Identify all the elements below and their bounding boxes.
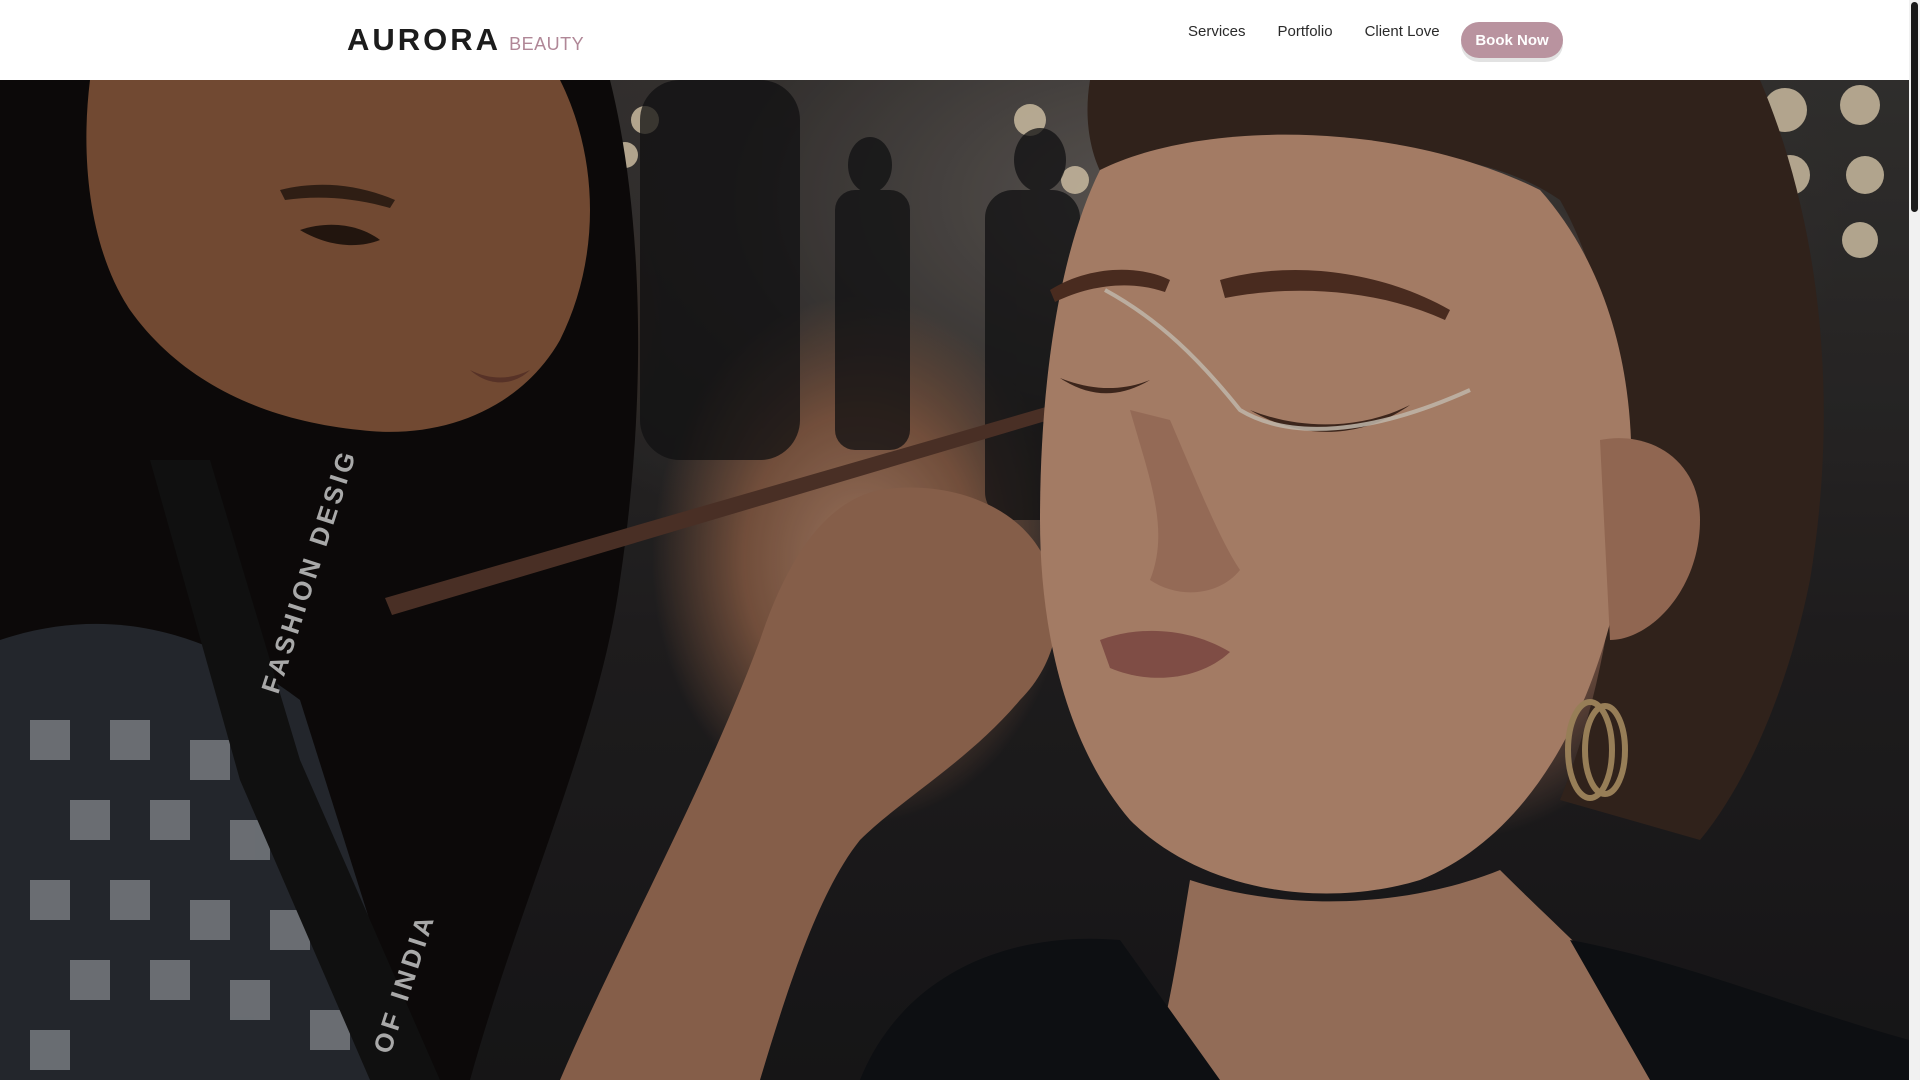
scrollbar-thumb[interactable]: [1911, 2, 1918, 212]
book-now-button[interactable]: Book Now: [1461, 22, 1563, 58]
nav-services-link[interactable]: Services: [1188, 23, 1246, 41]
page-scrollbar[interactable]: [1909, 0, 1920, 1080]
site-header: AURORA BEAUTY Services Portfolio Client …: [0, 0, 1909, 80]
main-nav: Services Portfolio Client Love: [1188, 23, 1440, 41]
brand-logo[interactable]: AURORA BEAUTY: [347, 22, 584, 58]
page: AURORA BEAUTY Services Portfolio Client …: [0, 0, 1920, 1080]
nav-portfolio-link[interactable]: Portfolio: [1278, 23, 1333, 41]
hero-overlay: [0, 80, 1909, 1080]
nav-client-love-link[interactable]: Client Love: [1365, 23, 1440, 41]
hero-image: FASHION DESIG OF INDIA: [0, 80, 1909, 1080]
brand-name: AURORA: [347, 22, 502, 57]
brand-tagline: BEAUTY: [509, 34, 585, 54]
